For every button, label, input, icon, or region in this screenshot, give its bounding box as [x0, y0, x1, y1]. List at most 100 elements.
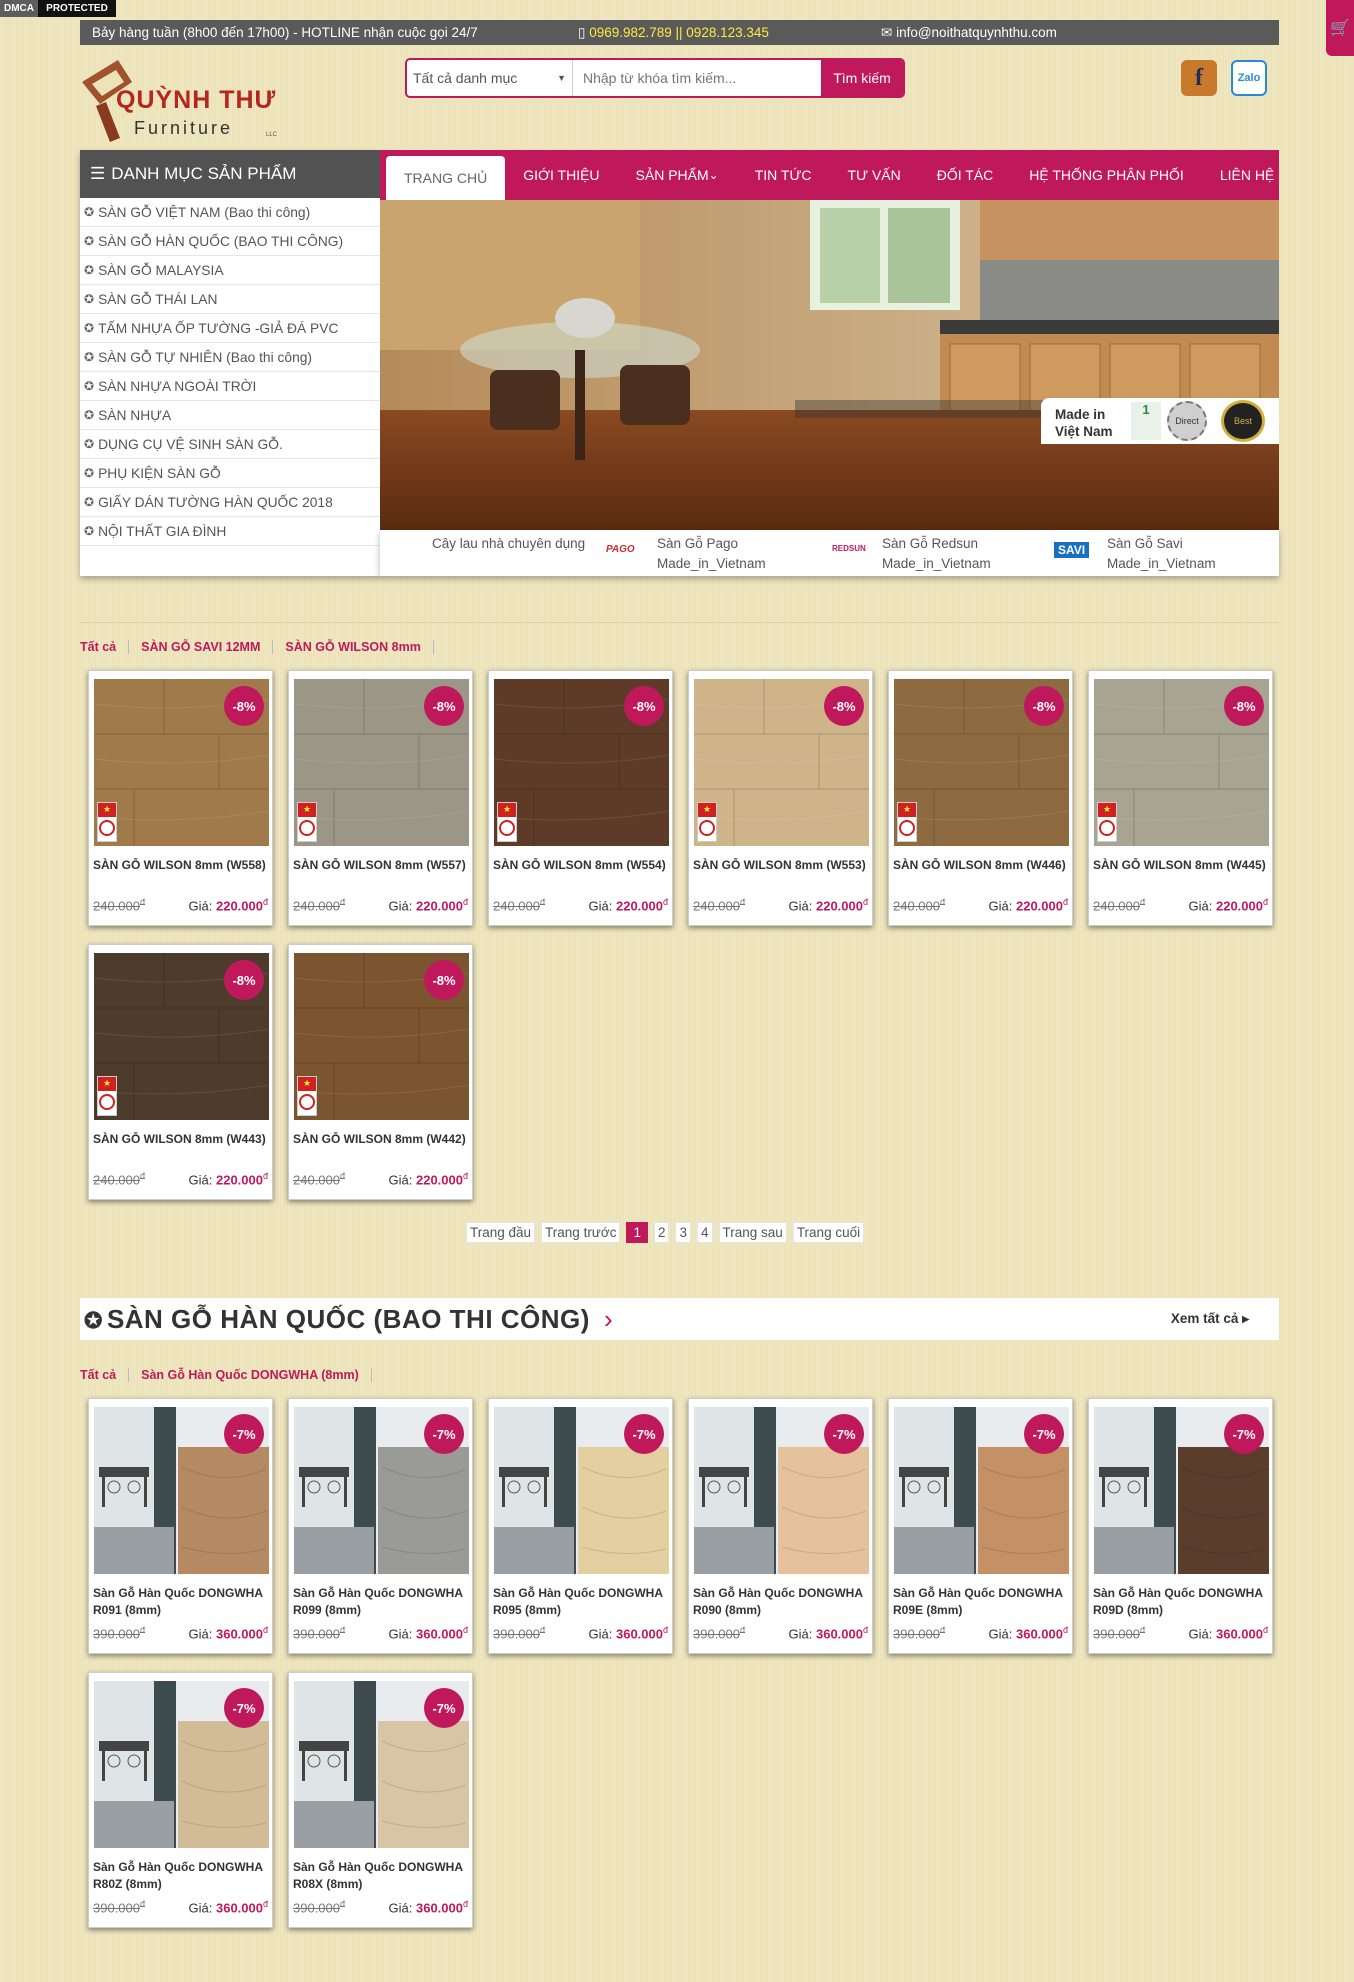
product-image[interactable]: -8%: [894, 679, 1069, 846]
product-image[interactable]: -7%: [294, 1681, 469, 1848]
partner-savi[interactable]: Sàn Gỗ Savi Made_in_Vietnam: [1107, 534, 1216, 574]
product-image[interactable]: -8%: [1094, 679, 1269, 846]
sidebar-item[interactable]: ✪ SÀN GỖ THÁI LAN: [80, 285, 380, 314]
product-image[interactable]: -7%: [94, 1407, 269, 1574]
product-name[interactable]: SÀN GỖ WILSON 8mm (W446): [893, 857, 1071, 874]
product-image[interactable]: -7%: [494, 1407, 669, 1574]
product-image[interactable]: -8%: [294, 679, 469, 846]
product-name[interactable]: Sàn Gỗ Hàn Quốc DONGWHA R099 (8mm): [293, 1585, 471, 1619]
search-input[interactable]: [573, 60, 821, 96]
product-card[interactable]: -8%SÀN GỖ WILSON 8mm (W445)240.000đGiá: …: [1088, 670, 1273, 926]
hero-banner[interactable]: Made in Việt Nam 1 Direct Best: [380, 200, 1279, 530]
filter-tab[interactable]: SÀN GỖ WILSON 8mm: [273, 640, 434, 654]
product-card[interactable]: -8%SÀN GỖ WILSON 8mm (W557)240.000đGiá: …: [288, 670, 473, 926]
product-image[interactable]: -7%: [94, 1681, 269, 1848]
product-card[interactable]: -8%SÀN GỖ WILSON 8mm (W553)240.000đGiá: …: [688, 670, 873, 926]
product-name[interactable]: SÀN GỖ WILSON 8mm (W442): [293, 1131, 471, 1148]
product-card[interactable]: -8%SÀN GỖ WILSON 8mm (W446)240.000đGiá: …: [888, 670, 1073, 926]
nav-item[interactable]: HỆ THỐNG PHÂN PHỐI: [1011, 150, 1202, 200]
sidebar-item[interactable]: ✪ TẤM NHỰA ỐP TƯỜNG -GIẢ ĐÁ PVC: [80, 314, 380, 343]
partner-mop[interactable]: Cây lau nhà chuyên dụng: [432, 536, 585, 551]
product-image[interactable]: -8%: [494, 679, 669, 846]
sidebar-item[interactable]: ✪ SÀN GỖ TỰ NHIÊN (Bao thi công): [80, 343, 380, 372]
see-all-link[interactable]: Xem tất cả ▸: [1171, 1311, 1249, 1327]
facebook-icon[interactable]: f: [1181, 60, 1217, 96]
price-label: Giá:: [188, 1900, 213, 1916]
product-card[interactable]: -7% Sàn Gỗ Hàn Quốc DONGWHA R095 (8mm) 390…: [488, 1398, 673, 1654]
cart-icon[interactable]: 🛒: [1326, 0, 1354, 56]
product-name[interactable]: Sàn Gỗ Hàn Quốc DONGWHA R091 (8mm): [93, 1585, 271, 1619]
nav-item[interactable]: ĐỐI TÁC: [919, 150, 1012, 200]
product-name[interactable]: Sàn Gỗ Hàn Quốc DONGWHA R08X (8mm): [293, 1859, 471, 1893]
product-name[interactable]: Sàn Gỗ Hàn Quốc DONGWHA R09E (8mm): [893, 1585, 1071, 1619]
product-name[interactable]: SÀN GỖ WILSON 8mm (W554): [493, 857, 671, 874]
nav-item[interactable]: SẢN PHẨM ⌄: [618, 150, 737, 200]
page-link[interactable]: Trang sau: [718, 1222, 787, 1243]
page-link[interactable]: 4: [697, 1222, 713, 1243]
product-image[interactable]: -7%: [294, 1407, 469, 1574]
product-name[interactable]: Sàn Gỗ Hàn Quốc DONGWHA R095 (8mm): [493, 1585, 671, 1619]
product-image[interactable]: -8%: [294, 953, 469, 1120]
nav-item[interactable]: TRANG CHỦ: [386, 156, 506, 200]
search-button[interactable]: Tìm kiếm: [821, 60, 903, 96]
nav-item[interactable]: GIỚI THIỆU: [505, 150, 617, 200]
page-link[interactable]: Trang cuối: [792, 1222, 865, 1243]
product-image[interactable]: -7%: [894, 1407, 1069, 1574]
product-name[interactable]: Sàn Gỗ Hàn Quốc DONGWHA R090 (8mm): [693, 1585, 871, 1619]
product-card[interactable]: -7% Sàn Gỗ Hàn Quốc DONGWHA R091 (8mm) 390…: [88, 1398, 273, 1654]
sidebar-item[interactable]: ✪ SÀN NHỰA: [80, 401, 380, 430]
site-logo[interactable]: QUỲNH THƯ Furniture LLC: [80, 58, 280, 142]
partner-pago[interactable]: Sàn Gỗ Pago Made_in_Vietnam: [657, 534, 766, 574]
product-card[interactable]: -7% Sàn Gỗ Hàn Quốc DONGWHA R08X (8mm) 390…: [288, 1672, 473, 1928]
email-link[interactable]: ✉ info@noithatquynhthu.com: [881, 25, 1057, 41]
sidebar-item[interactable]: ✪ SÀN NHỰA NGOÀI TRỜI: [80, 372, 380, 401]
dmca-badge[interactable]: DMCA PROTECTED: [0, 0, 116, 17]
category-select[interactable]: Tất cả danh mục ▼: [407, 60, 573, 96]
product-image[interactable]: -8%: [694, 679, 869, 846]
sidebar-item[interactable]: ✪ SÀN GỖ VIỆT NAM (Bao thi công): [80, 198, 380, 227]
product-card[interactable]: -7% Sàn Gỗ Hàn Quốc DONGWHA R80Z (8mm) 390…: [88, 1672, 273, 1928]
product-card[interactable]: -8%SÀN GỖ WILSON 8mm (W443)240.000đGiá: …: [88, 944, 273, 1200]
nav-item[interactable]: TIN TỨC: [737, 150, 830, 200]
page-link[interactable]: Trang trước: [541, 1222, 621, 1243]
product-name[interactable]: Sàn Gỗ Hàn Quốc DONGWHA R09D (8mm): [1093, 1585, 1271, 1619]
page-link[interactable]: Trang đầu: [466, 1222, 536, 1243]
page-link[interactable]: 2: [653, 1222, 670, 1243]
sidebar-item[interactable]: ✪ NỘI THẤT GIA ĐÌNH: [80, 517, 380, 546]
product-card[interactable]: -8%SÀN GỖ WILSON 8mm (W558)240.000đGiá: …: [88, 670, 273, 926]
product-name[interactable]: Sàn Gỗ Hàn Quốc DONGWHA R80Z (8mm): [93, 1859, 271, 1893]
product-image[interactable]: -8%: [94, 953, 269, 1120]
discount-badge: -7%: [1024, 1414, 1064, 1454]
product-image[interactable]: -7%: [1094, 1407, 1269, 1574]
product-card[interactable]: -8%SÀN GỖ WILSON 8mm (W442)240.000đGiá: …: [288, 944, 473, 1200]
partner-redsun[interactable]: Sàn Gỗ Redsun Made_in_Vietnam: [882, 534, 991, 574]
price-label: Giá:: [188, 898, 213, 914]
hotline[interactable]: ▯ 0969.982.789 || 0928.123.345: [578, 25, 769, 41]
product-name[interactable]: SÀN GỖ WILSON 8mm (W445): [1093, 857, 1271, 874]
nav-item[interactable]: TƯ VẤN: [830, 150, 919, 200]
product-name[interactable]: SÀN GỖ WILSON 8mm (W557): [293, 857, 471, 874]
sidebar-item[interactable]: ✪ PHỤ KIỆN SÀN GỖ: [80, 459, 380, 488]
page-link[interactable]: 1: [626, 1222, 648, 1243]
product-card[interactable]: -7% Sàn Gỗ Hàn Quốc DONGWHA R090 (8mm) 390…: [688, 1398, 873, 1654]
product-card[interactable]: -7% Sàn Gỗ Hàn Quốc DONGWHA R09D (8mm) 390…: [1088, 1398, 1273, 1654]
page-link[interactable]: 3: [675, 1222, 691, 1243]
filter-tab[interactable]: Tất cả: [80, 1368, 130, 1382]
sidebar-item[interactable]: ✪ SÀN GỖ HÀN QUỐC (BAO THI CÔNG): [80, 227, 380, 256]
nav-item[interactable]: LIÊN HỆ: [1202, 150, 1292, 200]
sidebar-item[interactable]: ✪ DỤNG CỤ VỆ SINH SÀN GỖ.: [80, 430, 380, 459]
zalo-icon[interactable]: Zalo: [1231, 60, 1267, 96]
product-card[interactable]: -7% Sàn Gỗ Hàn Quốc DONGWHA R09E (8mm) 390…: [888, 1398, 1073, 1654]
product-card[interactable]: -8%SÀN GỖ WILSON 8mm (W554)240.000đGiá: …: [488, 670, 673, 926]
product-name[interactable]: SÀN GỖ WILSON 8mm (W558): [93, 857, 271, 874]
product-card[interactable]: -7% Sàn Gỗ Hàn Quốc DONGWHA R099 (8mm) 390…: [288, 1398, 473, 1654]
filter-tab[interactable]: SÀN GỖ SAVI 12MM: [129, 640, 274, 654]
sidebar-item[interactable]: ✪ SÀN GỖ MALAYSIA: [80, 256, 380, 285]
filter-tab[interactable]: Sàn Gỗ Hàn Quốc DONGWHA (8mm): [129, 1368, 372, 1382]
filter-tab[interactable]: Tất cả: [80, 640, 130, 654]
product-name[interactable]: SÀN GỖ WILSON 8mm (W443): [93, 1131, 271, 1148]
product-image[interactable]: -7%: [694, 1407, 869, 1574]
sidebar-item[interactable]: ✪ GIẤY DÁN TƯỜNG HÀN QUỐC 2018: [80, 488, 380, 517]
product-image[interactable]: -8%: [94, 679, 269, 846]
product-name[interactable]: SÀN GỖ WILSON 8mm (W553): [693, 857, 871, 874]
